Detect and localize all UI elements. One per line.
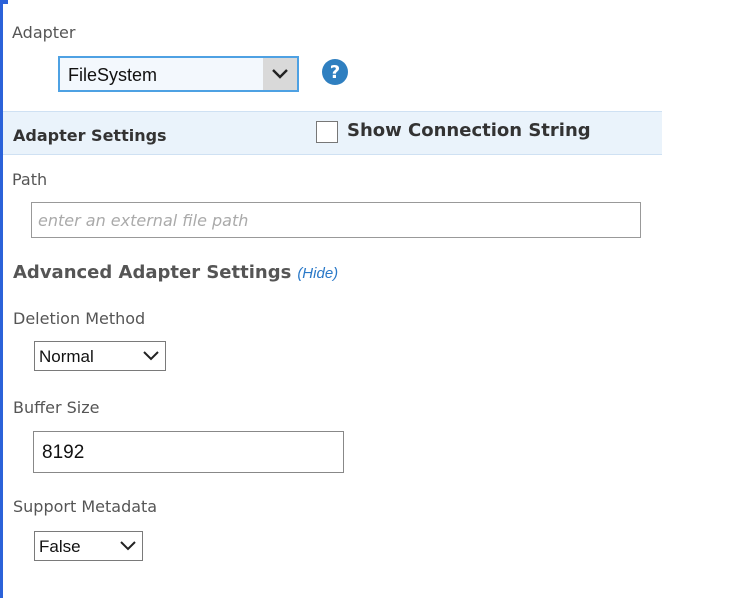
adapter-settings-title: Adapter Settings	[13, 126, 167, 145]
adapter-select[interactable]: FileSystem	[58, 56, 299, 92]
show-connection-string-label[interactable]: Show Connection String	[347, 120, 591, 141]
support-metadata-value: False	[39, 537, 81, 556]
path-label: Path	[12, 170, 48, 189]
chevron-down-icon	[118, 535, 138, 557]
deletion-method-value: Normal	[39, 347, 94, 366]
help-icon[interactable]: ?	[322, 59, 348, 85]
deletion-method-label: Deletion Method	[13, 309, 146, 328]
top-strip	[0, 0, 751, 4]
adapter-label: Adapter	[12, 23, 76, 42]
adapter-select-value: FileSystem	[68, 65, 158, 85]
hide-link[interactable]: (Hide)	[297, 265, 338, 282]
path-input-placeholder: enter an external file path	[38, 211, 249, 230]
buffer-size-input[interactable]: 8192	[33, 431, 344, 473]
deletion-method-select[interactable]: Normal	[34, 341, 166, 371]
chevron-down-icon	[141, 345, 161, 367]
path-input[interactable]: enter an external file path	[31, 202, 641, 238]
left-border	[0, 0, 3, 598]
chevron-down-icon	[263, 58, 297, 90]
support-metadata-select[interactable]: False	[34, 531, 143, 561]
support-metadata-label: Support Metadata	[13, 497, 158, 516]
adapter-settings-bar: Adapter Settings Show Connection String	[3, 111, 662, 155]
buffer-size-label: Buffer Size	[13, 398, 100, 417]
advanced-settings-heading: Advanced Adapter Settings	[13, 262, 292, 283]
advanced-settings-title: Advanced Adapter Settings (Hide)	[13, 262, 338, 283]
show-connection-string-checkbox[interactable]	[316, 121, 338, 143]
buffer-size-value: 8192	[42, 442, 85, 463]
